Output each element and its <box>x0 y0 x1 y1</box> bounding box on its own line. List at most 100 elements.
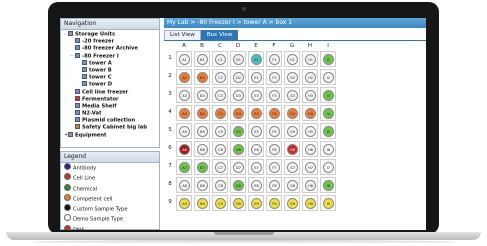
box-slot[interactable]: G3 <box>284 87 300 103</box>
box-slot[interactable]: A9 <box>176 195 192 211</box>
sample-well[interactable]: B7 <box>197 162 208 173</box>
sample-well[interactable]: E6 <box>251 144 262 155</box>
tree-node[interactable]: Plasmid collection <box>61 117 159 124</box>
sample-well[interactable]: A6 <box>179 144 190 155</box>
tree-node[interactable]: tower C <box>61 74 159 81</box>
box-slot[interactable]: D2 <box>230 69 246 85</box>
box-slot[interactable]: E5 <box>248 123 264 139</box>
box-slot[interactable]: D4 <box>230 105 246 121</box>
sample-well[interactable]: C6 <box>215 144 226 155</box>
sample-well[interactable]: I5 <box>323 126 334 137</box>
box-slot[interactable]: I5 <box>320 123 336 139</box>
sample-well[interactable]: C5 <box>215 126 226 137</box>
box-slot[interactable]: D1 <box>230 51 246 67</box>
sample-well[interactable]: I9 <box>323 198 334 209</box>
box-slot[interactable]: I8 <box>320 177 336 193</box>
sample-well[interactable]: G3 <box>287 90 298 101</box>
box-slot[interactable]: H5 <box>302 123 318 139</box>
sample-well[interactable]: C9 <box>215 198 226 209</box>
box-slot[interactable]: H8 <box>302 177 318 193</box>
sample-well[interactable]: D5 <box>233 126 244 137</box>
sample-well[interactable]: H6 <box>305 144 316 155</box>
sample-well[interactable]: H8 <box>305 180 316 191</box>
tree-node[interactable]: - -80 Freezer I <box>61 52 159 60</box>
sample-well[interactable]: G4 <box>287 108 298 119</box>
sample-well[interactable]: F1 <box>269 54 280 65</box>
sample-well[interactable]: F4 <box>269 108 280 119</box>
tree-node[interactable]: Cell line freezer <box>61 88 159 96</box>
box-slot[interactable]: G8 <box>284 177 300 193</box>
sample-well[interactable]: G9 <box>287 198 298 209</box>
box-slot[interactable]: I6 <box>320 141 336 157</box>
sample-well[interactable]: I2 <box>323 72 334 83</box>
sample-well[interactable]: G7 <box>287 162 298 173</box>
box-slot[interactable]: A7 <box>176 159 192 175</box>
sample-well[interactable]: E4 <box>251 108 262 119</box>
box-slot[interactable]: A8 <box>176 177 192 193</box>
sample-well[interactable]: D4 <box>233 108 244 119</box>
sample-well[interactable]: H4 <box>305 108 316 119</box>
box-slot[interactable]: F4 <box>266 105 282 121</box>
sample-well[interactable]: I8 <box>323 180 334 191</box>
box-slot[interactable]: C2 <box>212 69 228 85</box>
box-slot[interactable]: D6 <box>230 141 246 157</box>
sample-well[interactable]: H9 <box>305 198 316 209</box>
box-slot[interactable]: D5 <box>230 123 246 139</box>
box-slot[interactable]: E3 <box>248 87 264 103</box>
box-slot[interactable]: F1 <box>266 51 282 67</box>
box-slot[interactable]: C9 <box>212 195 228 211</box>
sample-well[interactable]: B1 <box>197 54 208 65</box>
sample-well[interactable]: B5 <box>197 126 208 137</box>
box-slot[interactable]: F5 <box>266 123 282 139</box>
sample-well[interactable]: E7 <box>251 162 262 173</box>
tree-node[interactable]: Safety Cabinet big lab <box>61 124 159 131</box>
sample-well[interactable]: E3 <box>251 90 262 101</box>
box-slot[interactable]: A1 <box>176 51 192 67</box>
box-slot[interactable]: B9 <box>194 195 210 211</box>
box-slot[interactable]: B6 <box>194 141 210 157</box>
tree-node[interactable]: - Storage Units <box>61 31 159 38</box>
box-slot[interactable]: E8 <box>248 177 264 193</box>
box-slot[interactable]: I1 <box>320 51 336 67</box>
sample-well[interactable]: C2 <box>215 72 226 83</box>
box-slot[interactable]: C7 <box>212 159 228 175</box>
box-slot[interactable]: E4 <box>248 105 264 121</box>
box-slot[interactable]: G5 <box>284 123 300 139</box>
box-slot[interactable]: E1 <box>248 51 264 67</box>
box-slot[interactable]: C5 <box>212 123 228 139</box>
sample-well[interactable]: F9 <box>269 198 280 209</box>
box-slot[interactable]: G9 <box>284 195 300 211</box>
tree-node[interactable]: -80 freezer Archive <box>61 45 159 52</box>
sample-well[interactable]: C3 <box>215 90 226 101</box>
sample-well[interactable]: A4 <box>179 108 190 119</box>
sample-well[interactable]: A2 <box>179 72 190 83</box>
sample-well[interactable]: A3 <box>179 90 190 101</box>
sample-well[interactable]: E5 <box>251 126 262 137</box>
sample-well[interactable]: G1 <box>287 54 298 65</box>
sample-well[interactable]: C7 <box>215 162 226 173</box>
sample-well[interactable]: C4 <box>215 108 226 119</box>
box-slot[interactable]: C8 <box>212 177 228 193</box>
sample-well[interactable]: A1 <box>179 54 190 65</box>
tree-node[interactable]: tower A <box>61 59 159 67</box>
sample-well[interactable]: D9 <box>233 198 244 209</box>
sample-well[interactable]: D1 <box>233 54 244 65</box>
box-slot[interactable]: H1 <box>302 51 318 67</box>
box-slot[interactable]: F6 <box>266 141 282 157</box>
box-slot[interactable]: A4 <box>176 105 192 121</box>
box-slot[interactable]: B5 <box>194 123 210 139</box>
sample-well[interactable]: I4 <box>323 108 334 119</box>
tab-list-view[interactable]: List View <box>164 30 201 40</box>
sample-well[interactable]: B2 <box>197 72 208 83</box>
box-slot[interactable]: E7 <box>248 159 264 175</box>
sample-well[interactable]: B3 <box>197 90 208 101</box>
box-slot[interactable]: H7 <box>302 159 318 175</box>
box-slot[interactable]: I7 <box>320 159 336 175</box>
sample-well[interactable]: D8 <box>233 180 244 191</box>
sample-well[interactable]: I6 <box>323 144 334 155</box>
box-slot[interactable]: D7 <box>230 159 246 175</box>
sample-well[interactable]: H3 <box>305 90 316 101</box>
box-slot[interactable]: B1 <box>194 51 210 67</box>
box-slot[interactable]: B3 <box>194 87 210 103</box>
box-slot[interactable]: A3 <box>176 87 192 103</box>
